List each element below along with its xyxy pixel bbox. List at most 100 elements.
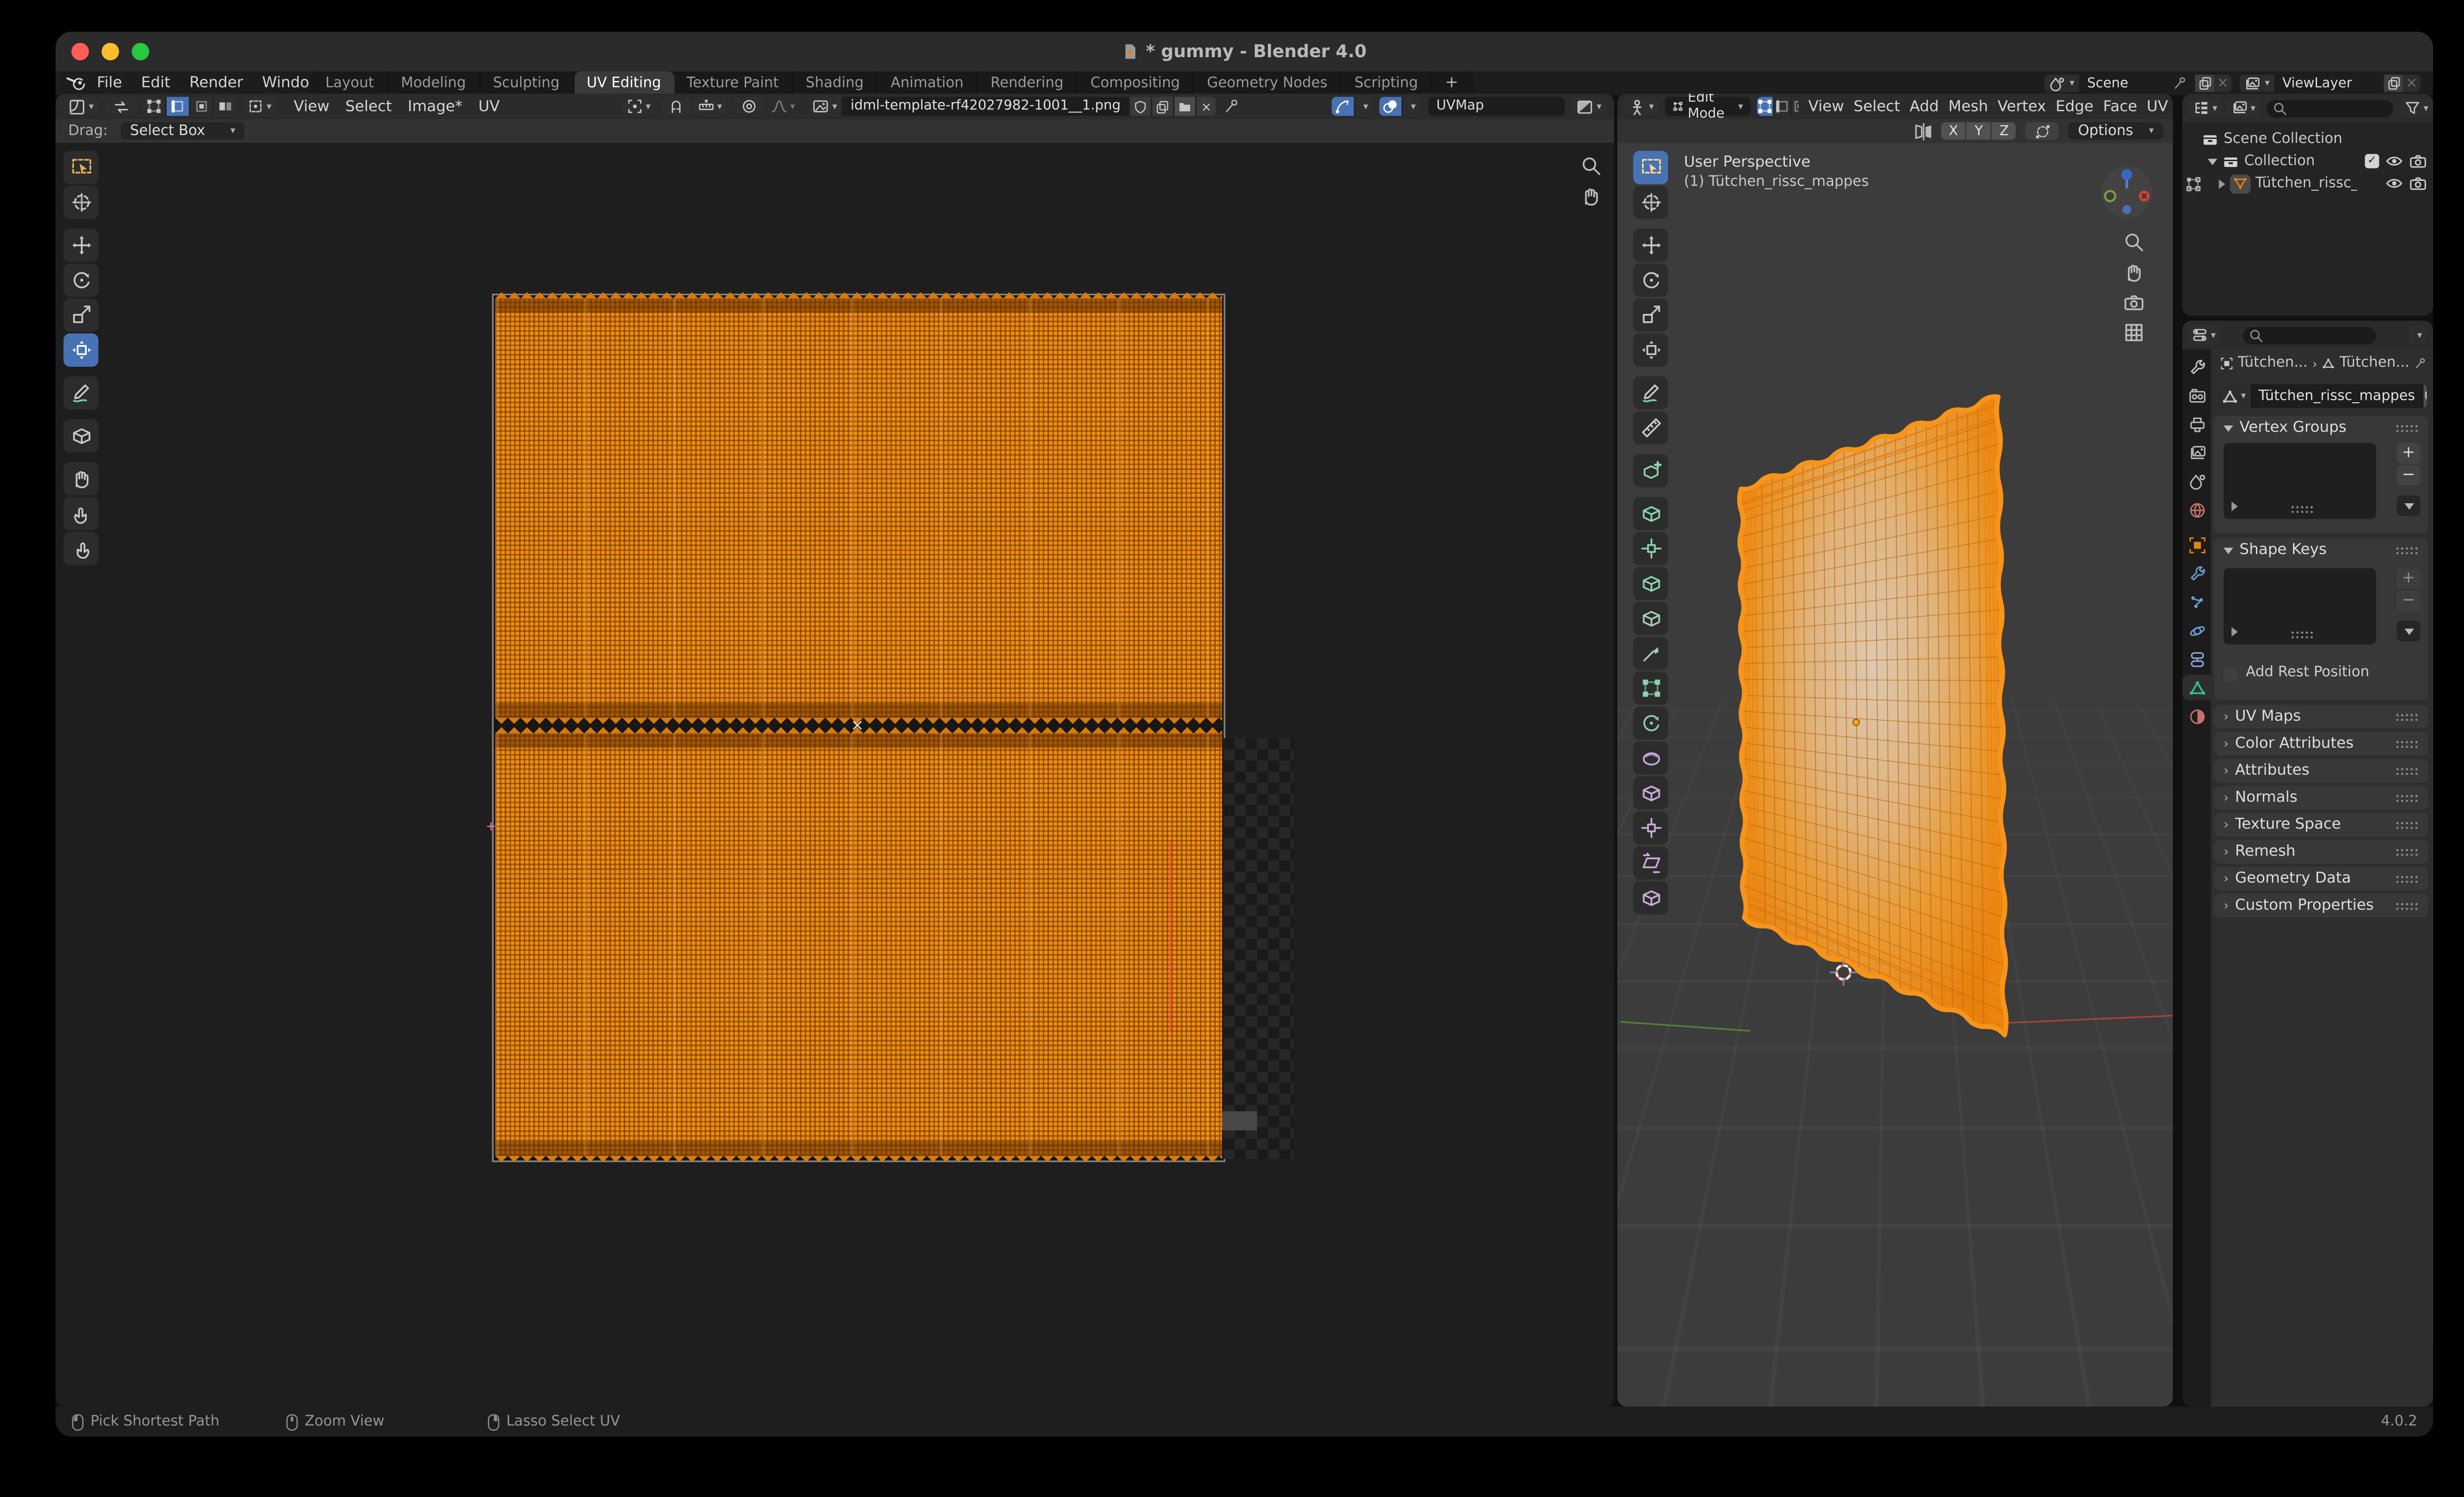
pin-icon[interactable] bbox=[1224, 99, 1239, 114]
uv-gizmo-dropdown[interactable] bbox=[1355, 97, 1372, 116]
panel-texture-space[interactable]: ›Texture Space bbox=[2214, 813, 2429, 836]
uv-image-unlink-button[interactable]: × bbox=[1197, 97, 1216, 116]
uv-menu-view[interactable]: View bbox=[286, 98, 338, 115]
uv-image-name-field[interactable]: idml-template-rf42027982-1001__1.png bbox=[843, 97, 1130, 116]
viewlayer-browse-button[interactable] bbox=[2239, 74, 2274, 92]
vp-tool-knife[interactable] bbox=[1633, 637, 1668, 670]
uv-image-open-button[interactable] bbox=[1175, 97, 1197, 116]
uv-menu-image[interactable]: Image* bbox=[400, 98, 470, 115]
tab-texture-paint[interactable]: Texture Paint bbox=[674, 71, 793, 95]
uv-island-bottom[interactable] bbox=[495, 733, 1222, 1156]
vp-tool-extrude[interactable] bbox=[1633, 497, 1668, 530]
vp-tool-select-box[interactable] bbox=[1633, 151, 1668, 184]
pan-hand-icon[interactable] bbox=[2123, 262, 2144, 282]
outliner-filter-button[interactable] bbox=[2400, 99, 2433, 118]
outliner-search-input[interactable] bbox=[2266, 99, 2394, 116]
panel-drag-grip[interactable] bbox=[2395, 821, 2419, 829]
tab-physics[interactable] bbox=[2182, 618, 2211, 643]
tab-animation[interactable]: Animation bbox=[878, 71, 978, 95]
scene-browse-button[interactable] bbox=[2044, 74, 2079, 92]
pan-hand-icon[interactable] bbox=[1581, 186, 1602, 207]
panel-normals[interactable]: ›Normals bbox=[2214, 786, 2429, 809]
exclude-checkbox[interactable]: ✓ bbox=[2365, 154, 2379, 168]
mirror-x-button[interactable]: X bbox=[1942, 122, 1967, 139]
uv-tool-grab[interactable] bbox=[64, 462, 99, 495]
panel-drag-grip[interactable] bbox=[2395, 767, 2419, 775]
uv-proportional-edit-toggle[interactable] bbox=[735, 97, 765, 116]
uv-tool-rip-region[interactable] bbox=[64, 419, 99, 453]
panel-drag-grip[interactable] bbox=[2395, 713, 2419, 721]
panel-color-attributes[interactable]: ›Color Attributes bbox=[2214, 732, 2429, 756]
pin-icon[interactable] bbox=[2173, 76, 2187, 91]
camera-render-icon[interactable] bbox=[2409, 174, 2427, 192]
eye-icon[interactable] bbox=[2386, 174, 2403, 192]
panel-drag-grip[interactable] bbox=[2395, 546, 2419, 554]
eye-icon[interactable] bbox=[2386, 152, 2403, 170]
tab-layout[interactable]: Layout bbox=[312, 71, 388, 95]
vp-tool-shear[interactable] bbox=[1633, 846, 1668, 880]
vp-tool-inset[interactable] bbox=[1633, 532, 1668, 565]
shape-key-specials-dropdown[interactable] bbox=[2396, 621, 2420, 641]
uv-2d-cursor[interactable]: × bbox=[851, 721, 864, 733]
tab-compositing[interactable]: Compositing bbox=[1078, 71, 1194, 95]
tab-constraints[interactable] bbox=[2182, 646, 2211, 672]
panel-geometry-data[interactable]: ›Geometry Data bbox=[2214, 867, 2429, 891]
uv-map-name-field[interactable]: UVMap bbox=[1429, 97, 1565, 116]
menu-edit[interactable]: Edit bbox=[132, 71, 180, 95]
properties-editor-type-button[interactable] bbox=[2187, 325, 2221, 345]
scene-copy-button[interactable] bbox=[2195, 74, 2214, 92]
vp-tool-transform[interactable] bbox=[1633, 333, 1668, 367]
vp-tool-spin[interactable] bbox=[1633, 706, 1668, 740]
pin-icon[interactable] bbox=[2414, 355, 2427, 371]
panel-uv-maps[interactable]: ›UV Maps bbox=[2214, 705, 2429, 729]
expand-arrow-icon[interactable] bbox=[2208, 158, 2217, 164]
vertex-group-add-button[interactable]: + bbox=[2396, 443, 2420, 464]
uv-tool-rotate[interactable] bbox=[64, 264, 99, 297]
outliner-display-mode-dropdown[interactable] bbox=[2227, 99, 2260, 118]
tab-view-layer[interactable] bbox=[2182, 440, 2211, 465]
uv-select-island-button[interactable] bbox=[214, 97, 237, 116]
uv-tool-cursor[interactable] bbox=[64, 186, 99, 219]
tab-material[interactable] bbox=[2182, 703, 2211, 729]
tab-world[interactable] bbox=[2182, 497, 2211, 522]
tab-modifiers[interactable] bbox=[2182, 560, 2211, 586]
uv-snap-toggle[interactable] bbox=[662, 97, 692, 116]
add-rest-position-checkbox[interactable] bbox=[2224, 666, 2238, 680]
uv-image-copy-button[interactable] bbox=[1152, 97, 1174, 116]
zoom-icon[interactable] bbox=[1581, 156, 1602, 176]
tab-uv-editing[interactable]: UV Editing bbox=[574, 71, 674, 95]
tab-scene[interactable] bbox=[2182, 468, 2211, 494]
panel-drag-grip[interactable] bbox=[2395, 875, 2419, 883]
uv-display-channels-dropdown[interactable] bbox=[1571, 97, 1606, 116]
vp-menu-face[interactable]: Face bbox=[2098, 98, 2142, 115]
breadcrumb-object[interactable]: Tütchen... bbox=[2238, 355, 2308, 371]
vp-tool-smooth[interactable] bbox=[1633, 741, 1668, 775]
add-workspace-button[interactable]: + bbox=[1432, 71, 1471, 95]
select-mode-face-button[interactable] bbox=[1792, 97, 1799, 116]
shape-keys-panel-header[interactable]: Shape Keys bbox=[2214, 538, 2429, 562]
uv-island-top[interactable] bbox=[495, 298, 1222, 717]
uv-tool-relax[interactable] bbox=[64, 497, 99, 530]
shape-keys-list[interactable] bbox=[2224, 568, 2376, 645]
orthographic-grid-icon[interactable] bbox=[2123, 322, 2144, 343]
uv-tool-scale[interactable] bbox=[64, 298, 99, 332]
tab-scripting[interactable]: Scripting bbox=[1342, 71, 1433, 95]
scene-name-field[interactable]: Scene bbox=[2079, 74, 2195, 92]
panel-attributes[interactable]: ›Attributes bbox=[2214, 759, 2429, 782]
list-resize-grip[interactable] bbox=[2290, 630, 2314, 638]
panel-remesh[interactable]: ›Remesh bbox=[2214, 840, 2429, 864]
camera-render-icon[interactable] bbox=[2409, 152, 2427, 170]
outliner-row-object[interactable]: Tütchen_rissc_mappes bbox=[2186, 173, 2427, 194]
uv-overlays-dropdown[interactable] bbox=[1403, 97, 1420, 116]
vp-menu-vertex[interactable]: Vertex bbox=[1993, 98, 2051, 115]
options-dropdown[interactable]: Options bbox=[2068, 122, 2163, 139]
vp-menu-select[interactable]: Select bbox=[1849, 98, 1905, 115]
blender-logo-icon[interactable] bbox=[65, 74, 87, 92]
panel-drag-grip[interactable] bbox=[2395, 740, 2419, 748]
properties-options-dropdown[interactable] bbox=[2409, 325, 2427, 345]
uv-select-vertex-button[interactable] bbox=[143, 97, 167, 116]
select-mode-edge-button[interactable] bbox=[1775, 97, 1792, 116]
camera-view-icon[interactable] bbox=[2123, 292, 2144, 313]
vp-tool-bevel[interactable] bbox=[1633, 567, 1668, 600]
list-resize-grip[interactable] bbox=[2290, 505, 2314, 513]
